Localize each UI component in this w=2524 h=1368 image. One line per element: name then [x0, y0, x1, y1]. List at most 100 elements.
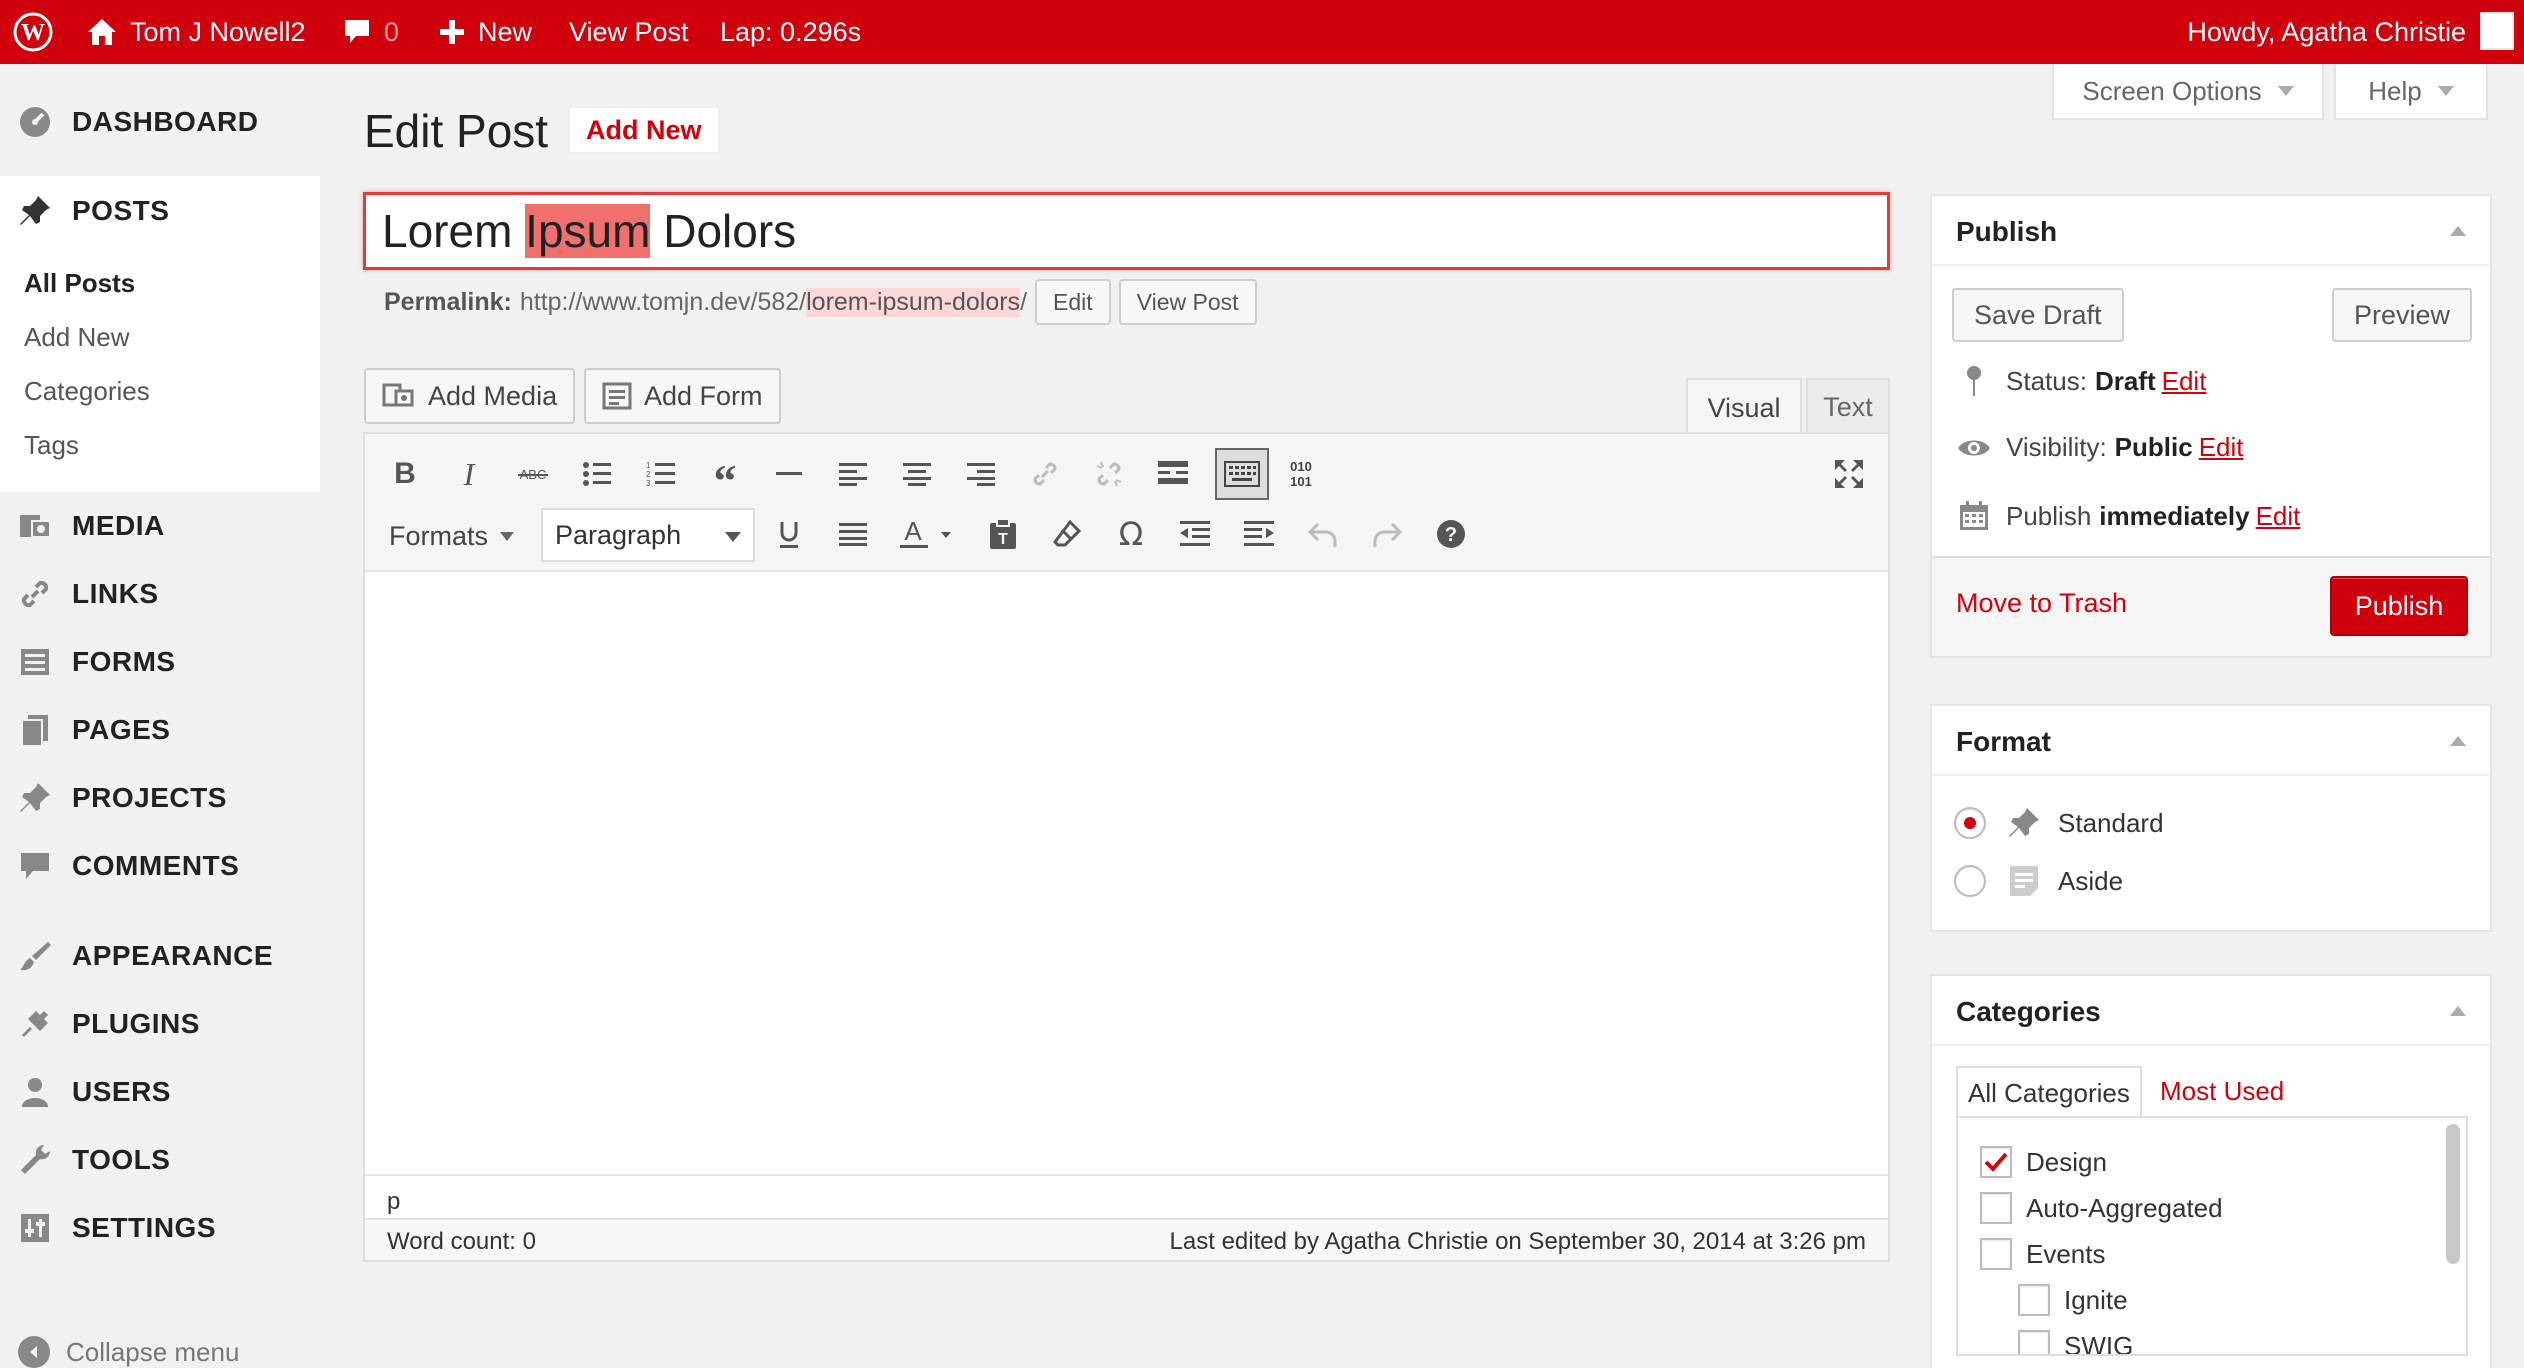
toolbar-toggle-icon[interactable]	[1215, 448, 1269, 500]
numbered-list-icon[interactable]: 123	[641, 454, 681, 494]
tab-visual[interactable]: Visual	[1686, 378, 1802, 436]
add-new-button[interactable]: Add New	[568, 106, 720, 154]
code-icon[interactable]: 010 101	[1281, 454, 1321, 494]
checkbox-auto-aggregated[interactable]	[1980, 1192, 2012, 1224]
new-content-link[interactable]: New	[438, 0, 532, 64]
publish-button[interactable]: Publish	[2330, 576, 2468, 636]
outdent-icon[interactable]	[1175, 514, 1215, 554]
category-item-auto-aggregated[interactable]: Auto-Aggregated	[1980, 1192, 2223, 1224]
menu-tools[interactable]: Tools	[0, 1130, 320, 1190]
text-color-icon[interactable]: A	[897, 514, 957, 554]
radio-aside[interactable]	[1954, 865, 1986, 897]
add-media-button[interactable]: Add Media	[364, 368, 576, 424]
tab-all-categories[interactable]: All Categories	[1956, 1066, 2142, 1118]
checkbox-design[interactable]	[1980, 1146, 2012, 1178]
align-left-icon[interactable]	[833, 454, 873, 494]
format-option-aside[interactable]: Aside	[1954, 864, 2123, 898]
site-name-link[interactable]: Tom J Nowell2	[86, 0, 306, 64]
submenu-tags[interactable]: Tags	[24, 430, 79, 461]
collapse-menu-button[interactable]: Collapse menu	[18, 1336, 239, 1368]
bold-icon[interactable]: B	[385, 454, 425, 494]
collapse-toggle-icon[interactable]	[2450, 1006, 2466, 1016]
permalink-base: http://www.tomjn.dev/582/	[519, 287, 807, 316]
menu-pages[interactable]: Pages	[0, 700, 320, 760]
align-center-icon[interactable]	[897, 454, 937, 494]
post-title-input[interactable]: Lorem Ipsum Dolors	[363, 192, 1890, 270]
menu-settings[interactable]: Settings	[0, 1198, 320, 1258]
checkbox-events[interactable]	[1980, 1238, 2012, 1270]
menu-dashboard[interactable]: Dashboard	[0, 92, 320, 152]
wordpress-logo-icon[interactable]: W	[12, 0, 66, 64]
my-account-link[interactable]: Howdy, Agatha Christie	[2187, 0, 2466, 64]
menu-comments[interactable]: Comments	[0, 836, 320, 896]
permalink-edit-button[interactable]: Edit	[1035, 279, 1111, 325]
menu-posts[interactable]: Posts	[0, 176, 320, 246]
checkbox-ignite[interactable]	[2018, 1284, 2050, 1316]
submenu-categories[interactable]: Categories	[24, 376, 150, 407]
paste-as-text-icon[interactable]: T	[983, 514, 1023, 554]
category-item-swig[interactable]: SWIG	[2018, 1330, 2133, 1354]
formats-dropdown[interactable]: Formats	[389, 516, 515, 556]
blockquote-icon[interactable]: “	[705, 454, 745, 504]
editor-content-area[interactable]	[365, 572, 1888, 1174]
category-item-design[interactable]: Design	[1980, 1146, 2107, 1178]
submenu-all-posts[interactable]: All Posts	[24, 268, 135, 299]
format-box-header[interactable]: Format	[1932, 706, 2490, 776]
categories-box-header[interactable]: Categories	[1932, 976, 2490, 1046]
dropdown-arrow-icon	[2437, 86, 2454, 96]
bullet-list-icon[interactable]	[577, 454, 617, 494]
justify-icon[interactable]	[833, 514, 873, 554]
read-more-icon[interactable]	[1153, 454, 1193, 494]
edit-status-link[interactable]: Edit	[2162, 366, 2207, 397]
indent-icon[interactable]	[1239, 514, 1279, 554]
italic-icon[interactable]: I	[449, 454, 489, 494]
menu-links[interactable]: Links	[0, 564, 320, 624]
view-post-link[interactable]: View Post	[569, 0, 689, 64]
permalink-view-post-button[interactable]: View Post	[1118, 279, 1257, 325]
undo-icon[interactable]	[1303, 514, 1343, 554]
special-character-omega-icon[interactable]: Ω	[1111, 514, 1151, 554]
save-draft-button[interactable]: Save Draft	[1952, 288, 2124, 342]
tab-text[interactable]: Text	[1806, 378, 1890, 434]
insert-link-icon[interactable]	[1025, 454, 1065, 494]
permalink-slug[interactable]: lorem-ipsum-dolors	[806, 287, 1021, 317]
align-right-icon[interactable]	[961, 454, 1001, 494]
add-form-button[interactable]: Add Form	[584, 368, 781, 424]
publish-box-header[interactable]: Publish	[1932, 196, 2490, 266]
edit-visibility-link[interactable]: Edit	[2199, 432, 2244, 463]
publish-date-value: immediately	[2099, 500, 2250, 531]
comments-link[interactable]: 0	[342, 0, 399, 64]
help-button[interactable]: Help	[2334, 64, 2488, 120]
horizontal-line-icon[interactable]	[769, 454, 809, 494]
preview-button[interactable]: Preview	[2332, 288, 2473, 342]
paragraph-format-select[interactable]: Paragraph	[541, 508, 755, 562]
help-question-icon[interactable]: ?	[1431, 514, 1471, 554]
avatar[interactable]	[2480, 12, 2514, 50]
fullscreen-icon[interactable]	[1829, 454, 1869, 494]
move-to-trash-link[interactable]: Move to Trash	[1956, 588, 2127, 619]
screen-options-button[interactable]: Screen Options	[2052, 64, 2324, 120]
menu-projects[interactable]: Projects	[0, 768, 320, 828]
category-item-ignite[interactable]: Ignite	[2018, 1284, 2128, 1316]
checkbox-swig[interactable]	[2018, 1330, 2050, 1354]
radio-standard[interactable]	[1954, 807, 1986, 839]
menu-appearance[interactable]: Appearance	[0, 926, 320, 986]
menu-plugins[interactable]: Plugins	[0, 994, 320, 1054]
strikethrough-icon[interactable]: ABC	[513, 454, 553, 494]
collapse-toggle-icon[interactable]	[2450, 736, 2466, 746]
category-item-events[interactable]: Events	[1980, 1238, 2106, 1270]
category-scrollbar[interactable]	[2446, 1124, 2460, 1264]
format-option-standard[interactable]: Standard	[1954, 806, 2164, 840]
tab-most-used[interactable]: Most Used	[2160, 1066, 2284, 1116]
menu-users[interactable]: Users	[0, 1062, 320, 1122]
element-path[interactable]: p	[387, 1188, 400, 1215]
clear-formatting-eraser-icon[interactable]	[1047, 514, 1087, 554]
redo-icon[interactable]	[1367, 514, 1407, 554]
menu-media[interactable]: Media	[0, 496, 320, 556]
remove-link-icon[interactable]	[1089, 454, 1129, 494]
collapse-toggle-icon[interactable]	[2450, 226, 2466, 236]
menu-forms[interactable]: Forms	[0, 632, 320, 692]
underline-icon[interactable]	[769, 514, 809, 554]
submenu-add-new[interactable]: Add New	[24, 322, 130, 353]
edit-publish-date-link[interactable]: Edit	[2256, 501, 2301, 532]
